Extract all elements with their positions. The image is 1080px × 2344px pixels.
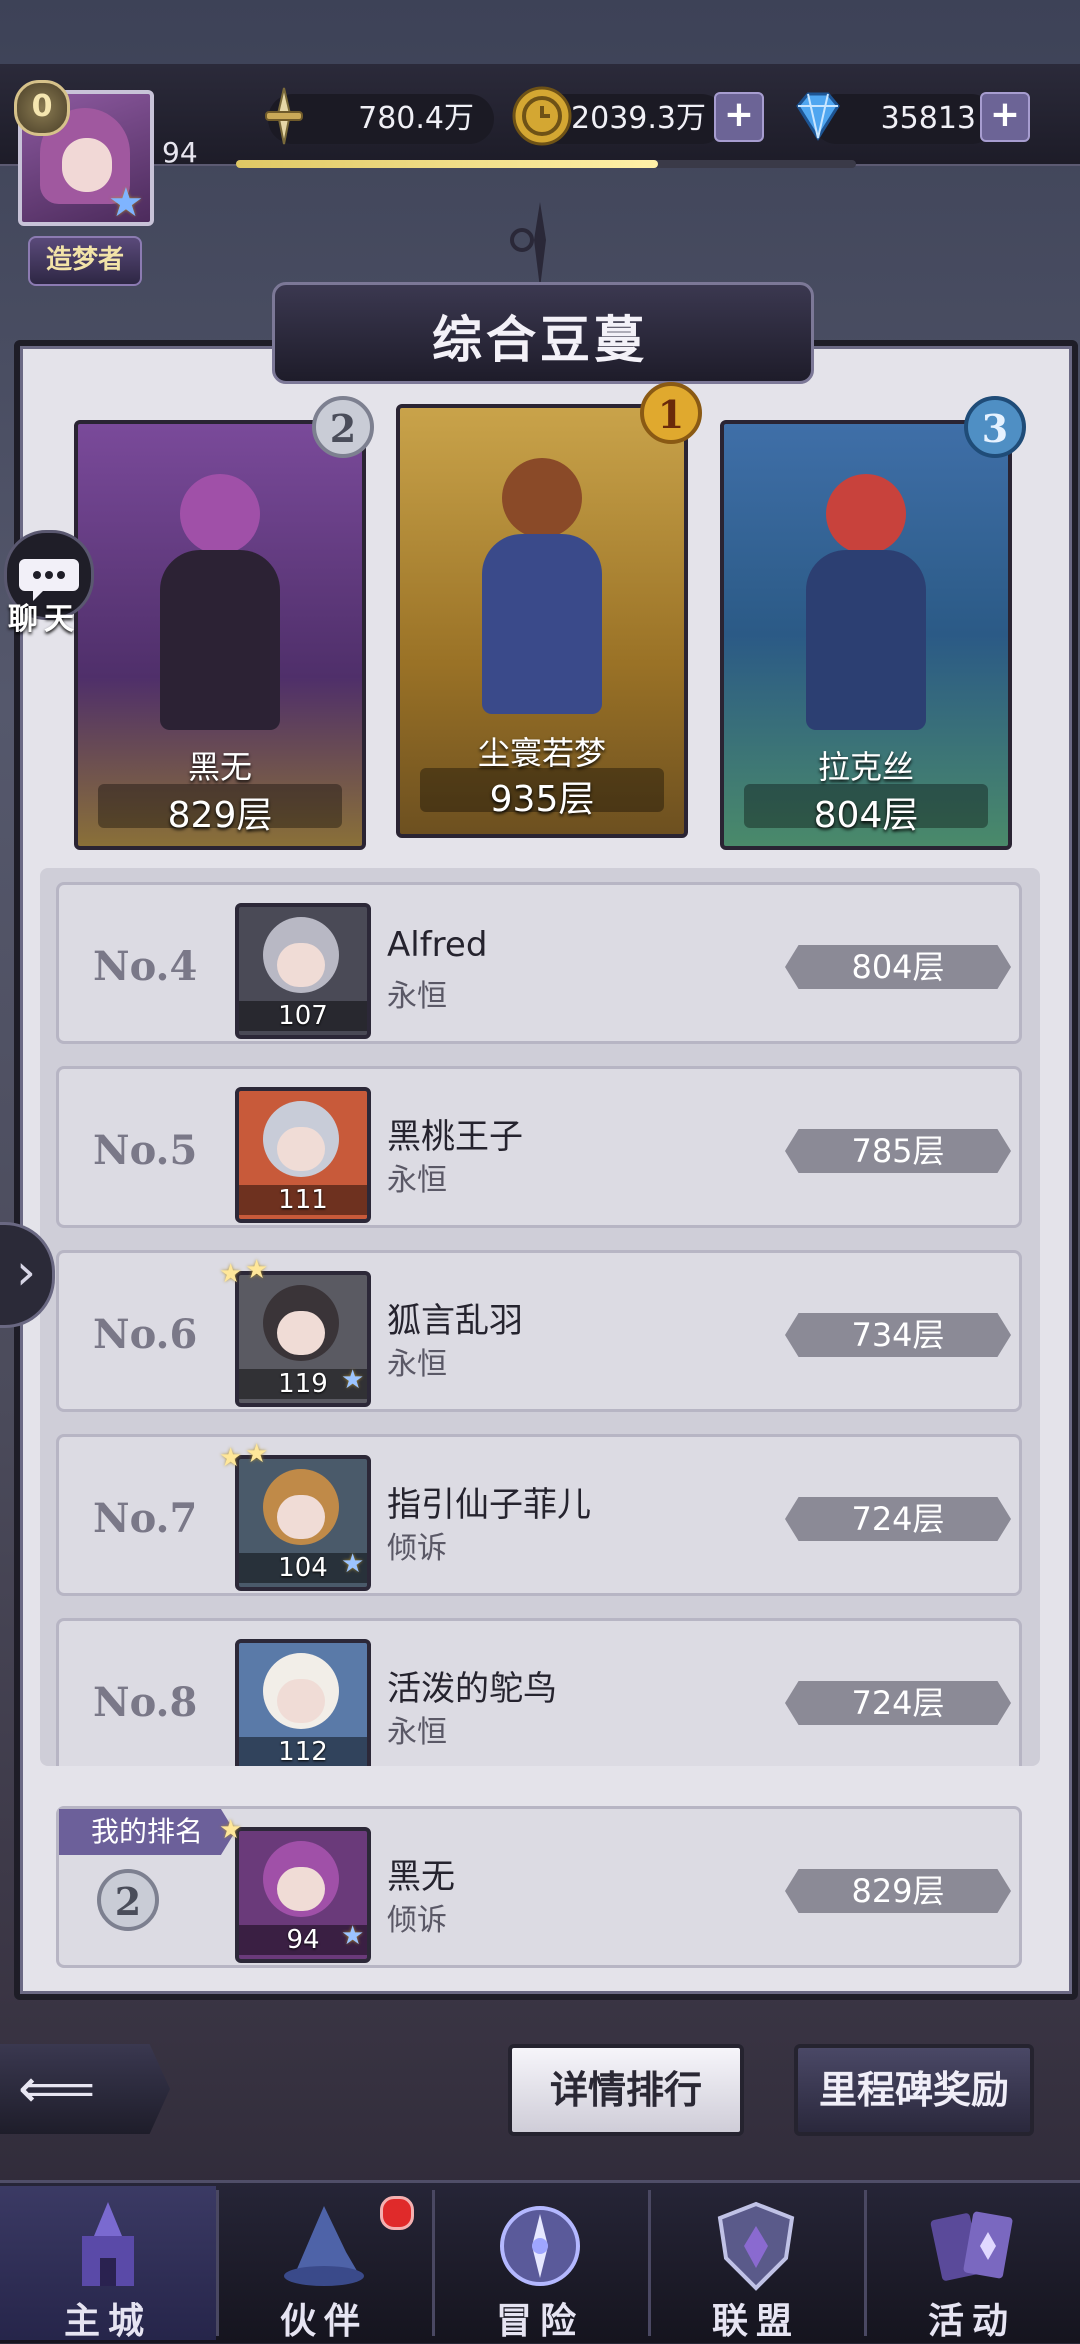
player-title: 永恒 [387, 1163, 447, 1198]
gold-medal-icon: 1 [640, 382, 702, 444]
floor-badge: 785层 [785, 1129, 1011, 1173]
nav-main-city[interactable]: 主城 [0, 2186, 216, 2342]
notification-dot [380, 2196, 414, 2230]
star-icon: ★ [245, 1255, 269, 1285]
diamond-icon [796, 92, 840, 141]
player-title: 倾诉 [387, 1531, 447, 1566]
nav-label: 冒险 [495, 2300, 584, 2342]
player-title: 永恒 [387, 1347, 447, 1382]
player-name: 黑桃王子 [387, 1117, 523, 1157]
silver-medal-icon: 2 [97, 1869, 159, 1931]
floor-badge: 734层 [785, 1313, 1011, 1357]
nav-label: 联盟 [711, 2300, 800, 2342]
rank-number: No.7 [93, 1495, 198, 1542]
back-button[interactable]: ⟸ [0, 2044, 170, 2134]
gold-coin-icon [512, 86, 572, 146]
silver-medal-icon: 2 [312, 396, 374, 458]
nav-alliance[interactable]: 联盟 [648, 2186, 864, 2342]
player-name: 指引仙子菲儿 [387, 1485, 591, 1525]
nav-events[interactable]: 活动 [864, 2186, 1080, 2342]
ranking-list[interactable]: No.4 107 Alfred 永恒 804层 No.5 111 黑桃王子 永恒… [40, 868, 1040, 1766]
player-portrait[interactable]: 111 [235, 1087, 371, 1223]
portrait-level: 107 [239, 1001, 367, 1031]
xp-progress-fill [236, 160, 658, 168]
details-ranking-button[interactable]: 详情排行 [508, 2044, 744, 2136]
rank-number: No.8 [93, 1679, 198, 1726]
avatar-rank-badge: 0 [14, 80, 70, 136]
player-name: 活泼的鸵鸟 [387, 1669, 557, 1709]
ranking-row[interactable]: No.6 119 ★ ★ ★ 狐言乱羽 永恒 734层 [56, 1250, 1022, 1412]
back-arrow-icon: ⟸ [18, 2057, 96, 2120]
top3-floor: 935层 [489, 779, 595, 820]
milestone-rewards-button[interactable]: 里程碑奖励 [794, 2044, 1034, 2136]
cards-icon [930, 2211, 1013, 2281]
portrait-level: 112 [239, 1737, 367, 1766]
star-icon: ★ [341, 1549, 365, 1579]
wizard-hat-icon [284, 2206, 364, 2286]
star-icon: ★ [219, 1815, 243, 1845]
player-title: 永恒 [387, 979, 447, 1014]
star-icon: ★ [219, 1259, 243, 1289]
player-name: Alfred [387, 925, 488, 965]
star-icon: ★ [341, 1921, 365, 1951]
top3-card-rank-2[interactable]: 黑无 829层 [74, 420, 366, 850]
compass-portal-icon [500, 2206, 580, 2286]
top3-floor: 829层 [167, 795, 273, 836]
add-diamonds-button[interactable]: + [980, 92, 1030, 142]
ranking-row[interactable]: No.5 111 黑桃王子 永恒 785层 [56, 1066, 1022, 1228]
rank-number: No.5 [93, 1127, 198, 1174]
ranking-row[interactable]: No.4 107 Alfred 永恒 804层 [56, 882, 1022, 1044]
nav-label: 伙伴 [279, 2300, 368, 2342]
floor-badge: 804层 [785, 945, 1011, 989]
star-icon: ★ [341, 1365, 365, 1395]
top3-card-rank-3[interactable]: 拉克丝 804层 [720, 420, 1012, 850]
player-portrait[interactable]: 112 [235, 1639, 371, 1766]
ranking-row[interactable]: No.7 104 ★ ★ ★ 指引仙子菲儿 倾诉 724层 [56, 1434, 1022, 1596]
player-title: 永恒 [387, 1715, 447, 1750]
star-icon: ★ [245, 1439, 269, 1469]
moon-ornament-icon [510, 202, 546, 288]
floor-badge: 829层 [785, 1869, 1011, 1913]
top3-floor: 804层 [813, 795, 919, 836]
blue-medal-icon: 3 [964, 396, 1026, 458]
portrait-level: 111 [239, 1185, 367, 1215]
star-icon: ★ [219, 1443, 243, 1473]
panel-title: 综合豆蔓 [432, 310, 648, 369]
rank-number: No.6 [93, 1311, 198, 1358]
top3-card-rank-1[interactable]: 尘寰若梦 935层 [396, 404, 688, 838]
player-level: 94 [162, 136, 198, 169]
nav-label: 主城 [63, 2300, 152, 2342]
player-portrait[interactable]: 107 [235, 903, 371, 1039]
ranking-row[interactable]: No.8 112 活泼的鸵鸟 永恒 724层 [56, 1618, 1022, 1766]
my-rank-row[interactable]: 我的排名 2 94 ★ ★ 黑无 倾诉 829层 [56, 1806, 1022, 1968]
player-name: 黑无 [387, 1857, 455, 1897]
floor-badge: 724层 [785, 1497, 1011, 1541]
shield-icon [717, 2201, 795, 2291]
chevron-right-icon: › [16, 1243, 36, 1301]
nav-adventure[interactable]: 冒险 [432, 2186, 648, 2342]
my-rank-tag: 我的排名 [59, 1809, 235, 1855]
sword-icon [265, 87, 303, 145]
rank-number: No.4 [93, 943, 198, 990]
top3-name: 黑无 [187, 748, 252, 786]
player-title-badge[interactable]: 造梦者 [28, 236, 142, 286]
player-title: 倾诉 [387, 1903, 447, 1938]
xp-progress-bar [236, 160, 856, 168]
nav-label: 活动 [927, 2300, 1016, 2342]
add-gold-button[interactable]: + [714, 92, 764, 142]
floor-badge: 724层 [785, 1681, 1011, 1725]
player-name: 狐言乱羽 [387, 1301, 523, 1341]
top3-name: 尘寰若梦 [477, 734, 606, 772]
top3-name: 拉克丝 [817, 748, 914, 786]
castle-icon [82, 2202, 134, 2286]
chat-label[interactable]: 聊天 [8, 594, 80, 638]
